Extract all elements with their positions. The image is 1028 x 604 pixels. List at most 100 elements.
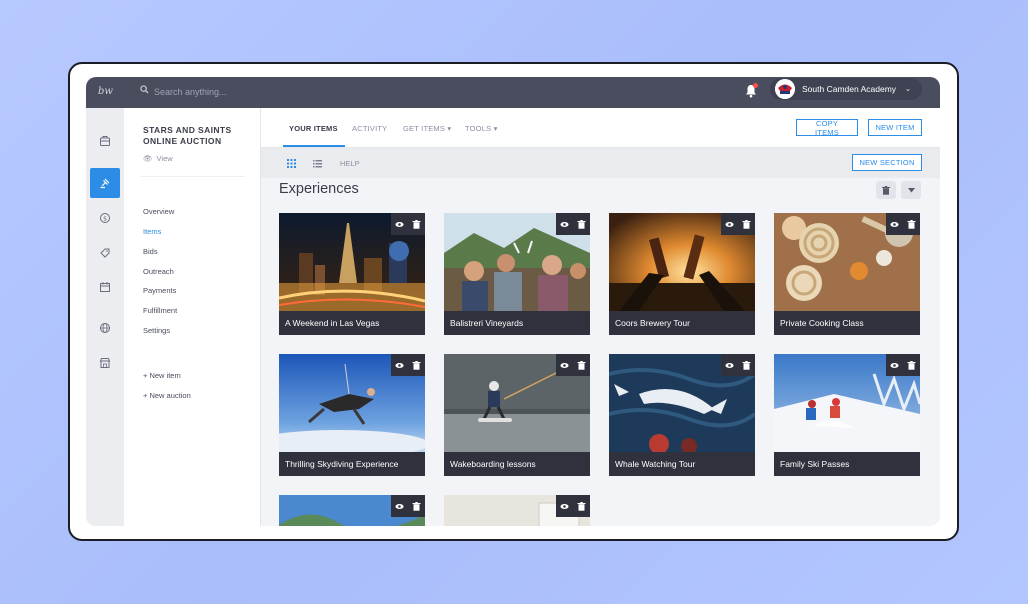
help-link[interactable]: HELP xyxy=(340,159,360,168)
tab-your-items[interactable]: YOUR ITEMS xyxy=(289,124,338,133)
nav-item-payments[interactable]: Payments xyxy=(143,286,176,295)
eye-icon: 👁 xyxy=(143,154,153,163)
delete-section-button[interactable] xyxy=(876,181,896,199)
eye-icon[interactable] xyxy=(395,502,404,511)
notification-badge xyxy=(753,83,758,88)
item-title: Thrilling Skydiving Experience xyxy=(285,459,399,469)
dashboard-icon[interactable] xyxy=(90,126,120,156)
item-title: Private Cooking Class xyxy=(780,318,864,328)
item-title: Family Ski Passes xyxy=(780,459,850,469)
eye-icon[interactable] xyxy=(725,361,734,370)
card-tools xyxy=(886,213,920,235)
grid-view-icon[interactable] xyxy=(287,159,296,168)
trash-icon[interactable] xyxy=(412,219,421,229)
section-title: Experiences xyxy=(279,181,359,197)
new-auction-link[interactable]: + New auction xyxy=(143,391,191,400)
nav-item-settings[interactable]: Settings xyxy=(143,326,170,335)
eye-icon[interactable] xyxy=(890,361,899,370)
item-card[interactable]: Private Cooking Class xyxy=(774,213,920,335)
card-tools xyxy=(391,213,425,235)
search-icon xyxy=(140,85,149,94)
app-logo[interactable]: bw xyxy=(98,86,113,97)
copy-items-button[interactable]: COPY ITEMS xyxy=(796,119,858,137)
trash-icon[interactable] xyxy=(412,501,421,511)
section-menu-button[interactable] xyxy=(901,181,921,199)
donation-icon[interactable]: $ xyxy=(90,203,120,233)
trash-icon[interactable] xyxy=(577,501,586,511)
card-tools xyxy=(886,354,920,376)
tab-tools[interactable]: TOOLS ▾ xyxy=(465,124,498,133)
divider xyxy=(141,176,245,177)
calendar-icon[interactable] xyxy=(90,272,120,302)
item-title: Wakeboarding lessons xyxy=(450,459,536,469)
item-card[interactable] xyxy=(444,495,590,526)
app-window: bw South Camden Academy ⌄ xyxy=(86,77,940,526)
card-tools xyxy=(556,213,590,235)
active-tab-indicator xyxy=(283,145,345,147)
trash-icon[interactable] xyxy=(907,219,916,229)
item-card[interactable]: Balistreri Vineyards xyxy=(444,213,590,335)
item-card[interactable]: Thrilling Skydiving Experience xyxy=(279,354,425,476)
eye-icon[interactable] xyxy=(395,361,404,370)
icon-rail: $ xyxy=(86,108,124,526)
trash-icon[interactable] xyxy=(412,360,421,370)
new-item-button[interactable]: NEW ITEM xyxy=(868,119,922,136)
card-tools xyxy=(556,495,590,517)
eye-icon[interactable] xyxy=(560,502,569,511)
eye-icon[interactable] xyxy=(395,220,404,229)
trash-icon xyxy=(882,185,890,195)
eye-icon[interactable] xyxy=(890,220,899,229)
trash-icon[interactable] xyxy=(907,360,916,370)
trash-icon[interactable] xyxy=(577,219,586,229)
trash-icon[interactable] xyxy=(742,219,751,229)
view-toolbar: HELP NEW SECTION xyxy=(261,148,940,178)
store-icon[interactable] xyxy=(90,348,120,378)
auction-gavel-icon[interactable] xyxy=(90,168,120,198)
new-item-link[interactable]: + New item xyxy=(143,371,181,380)
new-section-button[interactable]: NEW SECTION xyxy=(852,154,922,171)
eye-icon[interactable] xyxy=(725,220,734,229)
search-input[interactable] xyxy=(154,83,354,101)
eye-icon[interactable] xyxy=(560,361,569,370)
list-view-icon[interactable] xyxy=(313,159,322,168)
item-card[interactable]: Wakeboarding lessons xyxy=(444,354,590,476)
view-label: View xyxy=(156,154,173,163)
org-name[interactable]: South Camden Academy xyxy=(802,84,896,94)
globe-icon[interactable] xyxy=(90,313,120,343)
nav-item-fulfillment[interactable]: Fulfillment xyxy=(143,306,177,315)
item-title: Whale Watching Tour xyxy=(615,459,696,469)
item-card[interactable]: Family Ski Passes xyxy=(774,354,920,476)
item-title: Coors Brewery Tour xyxy=(615,318,690,328)
org-avatar xyxy=(775,79,795,99)
item-card[interactable]: Whale Watching Tour xyxy=(609,354,755,476)
nav-item-bids[interactable]: Bids xyxy=(143,247,158,256)
svg-text:$: $ xyxy=(103,215,107,222)
tab-activity[interactable]: ACTIVITY xyxy=(352,124,387,133)
item-card[interactable]: A Weekend in Las Vegas xyxy=(279,213,425,335)
card-tools xyxy=(721,213,755,235)
left-nav: STARS AND SAINTS ONLINE AUCTION 👁 View Ov… xyxy=(124,108,261,526)
caret-down-icon xyxy=(907,187,915,192)
item-title: A Weekend in Las Vegas xyxy=(285,318,380,328)
chevron-down-icon[interactable]: ⌄ xyxy=(905,85,911,93)
eye-icon[interactable] xyxy=(560,220,569,229)
tag-icon[interactable] xyxy=(90,238,120,268)
item-title: Balistreri Vineyards xyxy=(450,318,524,328)
trash-icon[interactable] xyxy=(742,360,751,370)
item-card[interactable]: Coors Brewery Tour xyxy=(609,213,755,335)
card-tools xyxy=(556,354,590,376)
nav-item-overview[interactable]: Overview xyxy=(143,207,174,216)
card-tools xyxy=(721,354,755,376)
view-link[interactable]: 👁 View xyxy=(143,154,173,163)
trash-icon[interactable] xyxy=(577,360,586,370)
nav-item-outreach[interactable]: Outreach xyxy=(143,267,174,276)
item-card[interactable] xyxy=(279,495,425,526)
auction-title: STARS AND SAINTS ONLINE AUCTION xyxy=(143,125,232,146)
nav-item-items[interactable]: Items xyxy=(143,227,161,236)
card-tools xyxy=(391,495,425,517)
card-tools xyxy=(391,354,425,376)
main-content: YOUR ITEMS ACTIVITY GET ITEMS ▾ TOOLS ▾ … xyxy=(261,108,940,526)
tabs-bar: YOUR ITEMS ACTIVITY GET ITEMS ▾ TOOLS ▾ … xyxy=(261,108,940,148)
tab-get-items[interactable]: GET ITEMS ▾ xyxy=(403,124,451,133)
top-bar: bw South Camden Academy ⌄ xyxy=(86,77,940,108)
